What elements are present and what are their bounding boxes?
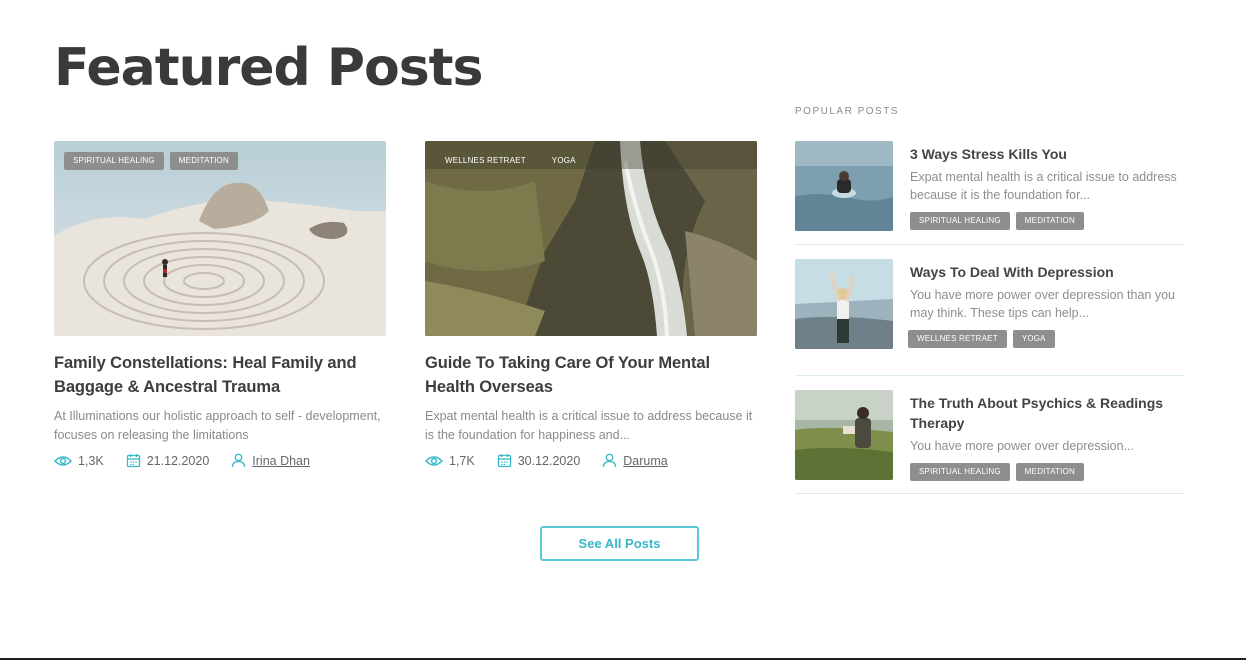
post-tags: SPIRITUAL HEALING MEDITATION [910, 463, 1184, 481]
eye-icon [425, 455, 443, 466]
tag[interactable]: MEDITATION [1015, 212, 1084, 230]
views-value: 1,3K [78, 453, 104, 468]
popular-post-excerpt: You have more power over depression... [910, 439, 1134, 453]
popular-post-title[interactable]: The Truth About Psychics & Readings Ther… [910, 393, 1184, 433]
post-thumbnail-labyrinth-beach[interactable]: SPIRITUAL HEALING MEDITATION [54, 141, 386, 336]
post-tags: WELLNES RETRAET YOGA [435, 152, 586, 170]
tag[interactable]: SPIRITUAL HEALING [910, 212, 1010, 230]
tag[interactable]: SPIRITUAL HEALING [910, 463, 1010, 481]
calendar-icon [497, 454, 511, 468]
date-value: 21.12.2020 [146, 453, 210, 468]
person-in-water-image [795, 141, 893, 231]
featured-post-card[interactable]: SPIRITUAL HEALING MEDITATION Family Cons… [54, 141, 386, 468]
popular-post-item[interactable]: Ways To Deal With Depression You have mo… [795, 259, 1184, 376]
tag[interactable]: WELLNES RETRAET [435, 152, 536, 170]
person-arms-raised-image [795, 259, 893, 349]
views-count: 1,7K [425, 454, 475, 468]
post-thumbnail-grass-reading[interactable] [795, 390, 893, 480]
person-in-grass-image [795, 390, 893, 480]
tag[interactable]: MEDITATION [169, 152, 238, 170]
popular-post-excerpt: Expat mental health is a critical issue … [910, 170, 1177, 202]
post-author: Irina Dhan [231, 453, 310, 468]
post-tags: SPIRITUAL HEALING MEDITATION [910, 212, 1184, 230]
popular-post-title[interactable]: Ways To Deal With Depression [910, 262, 1184, 282]
featured-post-card[interactable]: WELLNES RETRAET YOGA Guide To Taking Car… [425, 141, 757, 468]
post-tags: WELLNES RETRAET YOGA [908, 330, 1184, 348]
post-date: 21.12.2020 [126, 453, 210, 468]
waterfall-image [425, 141, 757, 336]
popular-post-item[interactable]: 3 Ways Stress Kills You Expat mental hea… [795, 141, 1184, 245]
post-title[interactable]: Guide To Taking Care Of Your Mental Heal… [425, 351, 757, 399]
views-count: 1,3K [54, 454, 104, 468]
popular-post-item[interactable]: The Truth About Psychics & Readings Ther… [795, 390, 1184, 494]
post-meta: 1,3K 21.12.2020 Irina Dhan [54, 453, 386, 468]
calendar-icon [126, 454, 140, 468]
tag[interactable]: MEDITATION [1015, 463, 1084, 481]
popular-posts-heading: POPULAR POSTS [795, 106, 899, 117]
tag[interactable]: YOGA [1012, 330, 1055, 348]
author-link[interactable]: Irina Dhan [252, 454, 310, 468]
labyrinth-beach-image [54, 141, 386, 336]
post-author: Daruma [602, 453, 668, 468]
eye-icon [54, 455, 72, 466]
see-all-posts-button[interactable]: See All Posts [540, 526, 699, 561]
post-thumbnail-waterfall[interactable]: WELLNES RETRAET YOGA [425, 141, 757, 336]
views-value: 1,7K [449, 453, 475, 468]
user-icon [232, 453, 246, 468]
tag[interactable]: WELLNES RETRAET [908, 330, 1007, 348]
popular-posts-list: 3 Ways Stress Kills You Expat mental hea… [795, 141, 1184, 494]
post-meta: 1,7K 30.12.2020 Daruma [425, 453, 757, 468]
user-icon [603, 453, 617, 468]
tag[interactable]: YOGA [542, 152, 586, 170]
author-link[interactable]: Daruma [623, 454, 667, 468]
post-date: 30.12.2020 [497, 453, 581, 468]
page-title: Featured Posts [54, 38, 483, 98]
date-value: 30.12.2020 [517, 453, 581, 468]
post-thumbnail-swimmer[interactable] [795, 141, 893, 231]
post-excerpt: At Illuminations our holistic approach t… [54, 409, 381, 442]
tag[interactable]: SPIRITUAL HEALING [64, 152, 164, 170]
post-thumbnail-beach-arms-up[interactable] [795, 259, 893, 349]
post-tags: SPIRITUAL HEALING MEDITATION [64, 152, 238, 170]
popular-post-excerpt: You have more power over depression than… [910, 288, 1175, 320]
popular-post-title[interactable]: 3 Ways Stress Kills You [910, 144, 1184, 164]
post-title[interactable]: Family Constellations: Heal Family and B… [54, 351, 386, 399]
post-excerpt: Expat mental health is a critical issue … [425, 409, 753, 442]
